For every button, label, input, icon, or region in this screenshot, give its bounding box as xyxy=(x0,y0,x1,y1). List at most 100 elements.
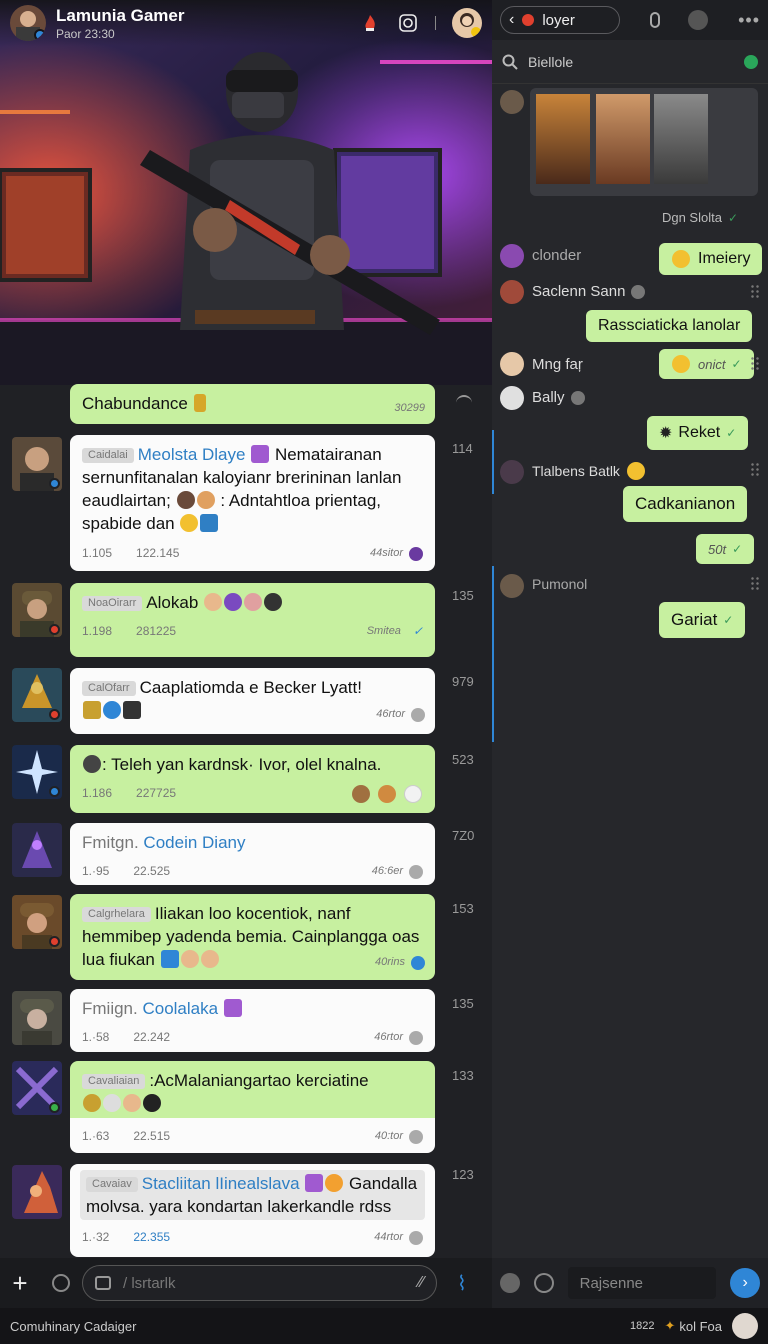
avatar[interactable] xyxy=(12,823,62,877)
avatar[interactable] xyxy=(12,745,62,799)
profile-avatar[interactable] xyxy=(452,8,482,38)
gallery-image[interactable] xyxy=(536,94,590,184)
meta-b: 227725 xyxy=(136,786,177,800)
avatar[interactable] xyxy=(12,991,62,1045)
collapse-icon[interactable] xyxy=(456,395,472,403)
gif-icon[interactable] xyxy=(533,1273,554,1293)
meta-right: 44rtor xyxy=(374,1231,403,1243)
instagram-icon[interactable] xyxy=(397,12,419,34)
message-bubble[interactable]: Imeiery xyxy=(659,243,763,275)
emoji-icon xyxy=(180,950,199,968)
image-gallery[interactable] xyxy=(530,88,758,196)
message-bubble[interactable]: Calgrhelara Iliakan loo kocentiok, nanf h… xyxy=(70,894,435,980)
message-bubble[interactable]: 50t ✓ xyxy=(696,534,755,564)
emoji-icon xyxy=(244,593,263,611)
sender-name[interactable]: Mng faŗ xyxy=(532,356,583,373)
emoji-icon xyxy=(196,491,215,509)
drag-handle[interactable] xyxy=(750,576,760,590)
sticker-icon[interactable]: ⁄⁄ xyxy=(419,1274,424,1292)
reaction-icon[interactable] xyxy=(404,784,422,803)
avatar[interactable] xyxy=(500,244,524,268)
emoji-picker-icon[interactable] xyxy=(52,1274,70,1292)
avatar[interactable] xyxy=(12,583,62,637)
message-bubble[interactable]: onict ✓ xyxy=(659,349,754,379)
sender-name[interactable]: Saclenn Sann xyxy=(532,283,646,300)
meta-right: 46:6er xyxy=(371,865,403,877)
read-check-icon: ✓ xyxy=(732,542,743,556)
avatar[interactable] xyxy=(500,574,524,598)
more-icon[interactable]: ••• xyxy=(738,10,760,31)
microphone-icon[interactable] xyxy=(650,12,661,28)
meta-a: 1.105 xyxy=(82,546,113,560)
send-button[interactable]: › xyxy=(730,1268,760,1298)
gallery-image[interactable] xyxy=(654,94,708,184)
gallery-image[interactable] xyxy=(596,94,650,184)
avatar[interactable] xyxy=(12,1165,62,1219)
main-chat-panel: Lamunia Gamer Paor 23:30 Chabundance 302… xyxy=(0,0,492,1258)
avatar[interactable] xyxy=(12,437,62,491)
crown-icon: ✦ xyxy=(664,1318,676,1333)
message-bubble[interactable]: Gariat ✓ xyxy=(659,602,746,638)
sender-name[interactable]: Bally xyxy=(532,389,585,406)
emoji-icon xyxy=(83,1094,101,1112)
drag-handle[interactable] xyxy=(750,284,760,298)
message-bubble[interactable]: Fmiign. Coolalaka 1.·58 22.242 46rtor xyxy=(70,989,435,1052)
sender-name[interactable]: Tlalbens Batlk xyxy=(532,462,646,480)
message-bubble[interactable]: Cavaliaian:AcMalaniangartao kerciatine 1… xyxy=(70,1061,435,1153)
avatar[interactable] xyxy=(500,280,524,304)
avatar[interactable] xyxy=(12,668,62,722)
message-bubble[interactable]: Cadkanianon xyxy=(623,486,748,522)
meta-b: 22.242 xyxy=(133,1030,171,1044)
plus-icon[interactable]: + xyxy=(0,1268,40,1299)
avatar[interactable] xyxy=(500,90,524,114)
verified-badge xyxy=(49,478,60,489)
flame-icon[interactable] xyxy=(359,12,381,34)
message-text: Rassciaticka lanolar xyxy=(598,317,741,334)
voice-icon[interactable] xyxy=(500,1273,520,1293)
paperclip-icon[interactable]: ⌇ xyxy=(457,1271,467,1296)
message-bubble[interactable]: Rassciaticka lanolar xyxy=(586,310,753,342)
avatar[interactable] xyxy=(500,460,524,484)
meta-b: 22.355 xyxy=(133,1230,171,1244)
user-avatar[interactable] xyxy=(732,1313,758,1339)
sender-name[interactable]: Codein Diany xyxy=(143,833,245,852)
message-text: Chabundance xyxy=(82,394,188,413)
message-bubble[interactable]: : Teleh yan kardnsk· Ivor, olel knalna. … xyxy=(70,745,435,813)
avatar[interactable] xyxy=(500,352,524,376)
timer-icon[interactable] xyxy=(688,10,709,30)
message-bubble[interactable]: Chabundance 30299 xyxy=(70,384,435,424)
emoji-icon xyxy=(204,593,223,611)
attachment-icon[interactable] xyxy=(95,1276,111,1290)
message-bubble[interactable]: ✹ Reket ✓ xyxy=(647,416,749,450)
avatar[interactable] xyxy=(12,895,62,949)
chat-header: Lamunia Gamer Paor 23:30 xyxy=(0,0,492,46)
status-icon xyxy=(409,864,423,879)
reaction-icon[interactable] xyxy=(352,784,370,803)
sender-name[interactable]: Meolsta Dlaye xyxy=(138,445,246,464)
meta-a: 1.186 xyxy=(82,786,113,800)
avatar[interactable] xyxy=(12,1061,62,1115)
drag-handle[interactable] xyxy=(750,356,760,370)
message-bubble[interactable]: Cavaiav Stacliitan lIinealslava Gandalla … xyxy=(70,1164,435,1257)
message-text: Gariat xyxy=(671,610,718,629)
side-composer: Rajsenne › xyxy=(492,1258,768,1308)
sender-name[interactable]: clonder xyxy=(532,247,581,264)
message-bubble[interactable]: NoaOirarr Alokab 1.198 281225 Smitea ✓ xyxy=(70,583,435,657)
search-bar[interactable]: Biellole xyxy=(492,40,768,84)
drag-handle[interactable] xyxy=(750,462,760,476)
meta-b: 122.145 xyxy=(136,546,180,560)
message-bubble[interactable]: CalOfarr Caaplatiomda e Becker Lyatt! 46r… xyxy=(70,668,435,734)
quoted-message[interactable]: Cavaiav Stacliitan lIinealslava Gandalla … xyxy=(80,1170,425,1220)
message-input[interactable]: / lsrtarlk ⁄⁄ xyxy=(82,1265,437,1301)
sender-name[interactable]: Pumonol xyxy=(532,576,587,592)
reaction-icon[interactable] xyxy=(378,784,396,803)
message-bubble[interactable]: Fmitgn. Codein Diany 1.·95 22.525 46:6er xyxy=(70,823,435,885)
sender-name[interactable]: Stacliitan lIinealslava xyxy=(142,1174,300,1193)
divider xyxy=(435,16,436,30)
avatar[interactable] xyxy=(500,386,524,410)
side-message-input[interactable]: Rajsenne xyxy=(567,1267,717,1299)
message-bubble[interactable]: Caidalai Meolsta Dlaye Nematairanan sernu… xyxy=(70,435,435,571)
sender-name[interactable]: Coolalaka xyxy=(142,999,218,1018)
channel-avatar[interactable] xyxy=(10,5,46,41)
back-button[interactable]: ‹ loyer xyxy=(500,6,620,34)
